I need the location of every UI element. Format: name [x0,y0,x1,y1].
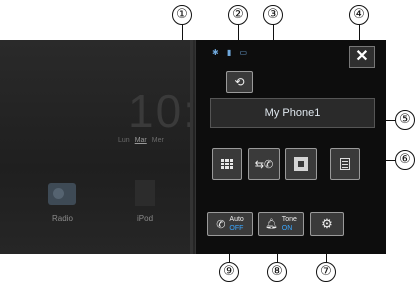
ipod-icon [135,180,155,206]
close-icon: ✕ [355,48,369,65]
callout-4: ④ [349,5,369,25]
auto-answer-state: OFF [229,225,244,232]
close-button[interactable]: ✕ [349,46,375,68]
ringtone-label: Tone [281,216,297,223]
keypad-button[interactable] [212,148,242,180]
auto-answer-label: Auto [229,216,244,223]
call-history-icon: ⇆✆ [254,158,274,171]
call-history-button[interactable]: ⇆✆ [248,148,280,180]
voice-recognition-button[interactable]: ⟲ [226,71,253,93]
preset-dial-icon [340,158,350,170]
callout-6: ⑥ [395,150,415,170]
keypad-icon [221,159,233,169]
day-label-selected: Mar [134,137,147,144]
gear-icon: ⚙ [321,216,333,231]
bell-icon: 🔔︎ [265,218,278,230]
callout-3: ③ [263,5,283,25]
home-screen-background: 10: Lun Mar Mer Radio iPod [0,40,198,254]
day-selector: Lun Mar Mer [118,137,169,144]
day-label: Mer [151,137,164,144]
callout-2: ② [228,5,248,25]
phonebook-icon [294,157,308,171]
ringtone-state: ON [281,225,293,232]
phone-handset-icon: ✆ [216,218,226,231]
callout-1: ① [172,5,192,25]
clock: 10: [128,85,198,137]
day-label: Lun [118,137,130,144]
auto-answer-button[interactable]: ✆ Auto OFF [207,212,253,236]
callout-9: ⑨ [219,262,239,282]
scrollbar[interactable] [190,40,193,254]
radio-tile-label: Radio [52,214,73,223]
callout-7: ⑦ [316,262,336,282]
voice-recognition-icon: ⟲ [234,75,245,89]
ipod-tile-label: iPod [137,214,154,223]
preset-dial-button[interactable] [330,148,360,180]
settings-button[interactable]: ⚙ [310,212,344,236]
callout-8: ⑧ [267,262,287,282]
callout-5: ⑤ [395,110,415,130]
radio-icon [48,183,76,205]
phonebook-button[interactable] [285,148,317,180]
ringtone-button[interactable]: 🔔︎ Tone ON [258,212,304,236]
device-name-display: My Phone1 [210,98,375,128]
status-icons: ✱ ▮ ▭ [212,48,251,57]
